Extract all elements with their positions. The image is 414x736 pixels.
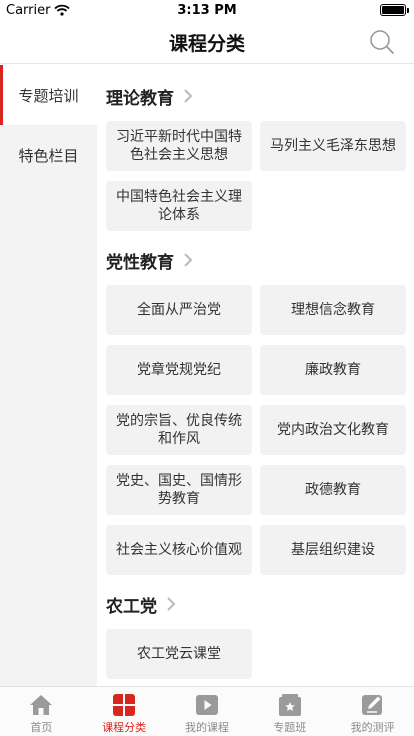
section-header-party-spirit[interactable]: 党性教育 — [97, 245, 414, 275]
course-category-card[interactable]: 全面从严治党 — [106, 285, 252, 335]
tab-my-assessments[interactable]: 我的测评 — [331, 687, 414, 736]
course-category-card[interactable]: 习近平新时代中国特色社会主义思想 — [106, 121, 252, 171]
section-title: 理论教育 — [106, 88, 174, 109]
bottom-tab-bar: 首页 课程分类 我的课程 专题班 我的测评 — [0, 686, 414, 736]
course-category-card[interactable]: 党内政治文化教育 — [260, 405, 406, 455]
chevron-right-icon — [180, 88, 196, 104]
tab-my-courses[interactable]: 我的课程 — [166, 687, 249, 736]
course-category-card[interactable]: 基层组织建设 — [260, 525, 406, 575]
course-category-card[interactable]: 社会主义核心价值观 — [106, 525, 252, 575]
course-category-card[interactable]: 党的宗旨、优良传统和作风 — [106, 405, 252, 455]
search-icon — [370, 30, 394, 54]
play-icon — [195, 695, 218, 715]
page-title: 课程分类 — [168, 33, 245, 55]
sidebar-item-special-training[interactable]: 专题培训 — [0, 65, 97, 125]
section-title: 党性教育 — [106, 252, 174, 273]
tab-special-classes[interactable]: 专题班 — [248, 687, 331, 736]
section-grid-party-spirit: 全面从严治党 理想信念教育 党章党规党纪 廉政教育 党的宗旨、优良传统和作风 党… — [97, 285, 414, 585]
section-grid-theory: 习近平新时代中国特色社会主义思想 马列主义毛泽东思想 中国特色社会主义理论体系 — [97, 121, 414, 241]
sidebar-item-featured-columns[interactable]: 特色栏目 — [0, 125, 97, 185]
chevron-right-icon — [163, 596, 179, 612]
course-category-card[interactable]: 党章党规党纪 — [106, 345, 252, 395]
course-category-card[interactable]: 廉政教育 — [260, 345, 406, 395]
section-title: 农工党 — [106, 596, 157, 617]
status-time: 3:13 PM — [177, 3, 237, 18]
section-header-theory[interactable]: 理论教育 — [97, 81, 414, 111]
tab-course-categories[interactable]: 课程分类 — [83, 687, 166, 736]
home-icon — [30, 695, 53, 715]
category-content: 理论教育 习近平新时代中国特色社会主义思想 马列主义毛泽东思想 中国特色社会主义… — [97, 65, 414, 686]
tab-label: 我的测评 — [350, 721, 395, 734]
course-category-card[interactable]: 党史、国史、国情形势教育 — [106, 465, 252, 515]
section-header-peasants-workers-party[interactable]: 农工党 — [97, 589, 414, 619]
sidebar-item-label: 特色栏目 — [18, 146, 79, 165]
course-category-card[interactable]: 政德教育 — [260, 465, 406, 515]
tab-label: 首页 — [30, 721, 53, 734]
section-grid-peasants-workers-party: 农工党云课堂 — [97, 629, 414, 686]
class-board-icon — [278, 694, 301, 716]
edit-icon — [361, 695, 382, 715]
sidebar-item-label: 专题培训 — [18, 86, 79, 105]
battery-icon — [380, 4, 409, 16]
tab-label: 课程分类 — [102, 721, 147, 734]
tab-label: 专题班 — [273, 721, 307, 734]
course-category-card[interactable]: 中国特色社会主义理论体系 — [106, 181, 252, 231]
tab-label: 我的课程 — [184, 721, 229, 734]
search-button[interactable] — [368, 28, 396, 56]
chevron-right-icon — [180, 252, 196, 268]
tab-home[interactable]: 首页 — [0, 687, 83, 736]
course-category-card[interactable]: 农工党云课堂 — [106, 629, 252, 679]
nav-header: 课程分类 — [0, 20, 414, 64]
status-bar: Carrier 3:13 PM — [0, 0, 414, 20]
course-category-card[interactable]: 马列主义毛泽东思想 — [260, 121, 406, 171]
category-sidebar: 专题培训 特色栏目 — [0, 65, 97, 686]
grid-icon — [113, 694, 136, 716]
course-category-card[interactable]: 理想信念教育 — [260, 285, 406, 335]
screen: Carrier 3:13 PM 课程分类 专题培训 特色栏目 理论教育 习近平新… — [0, 0, 414, 736]
